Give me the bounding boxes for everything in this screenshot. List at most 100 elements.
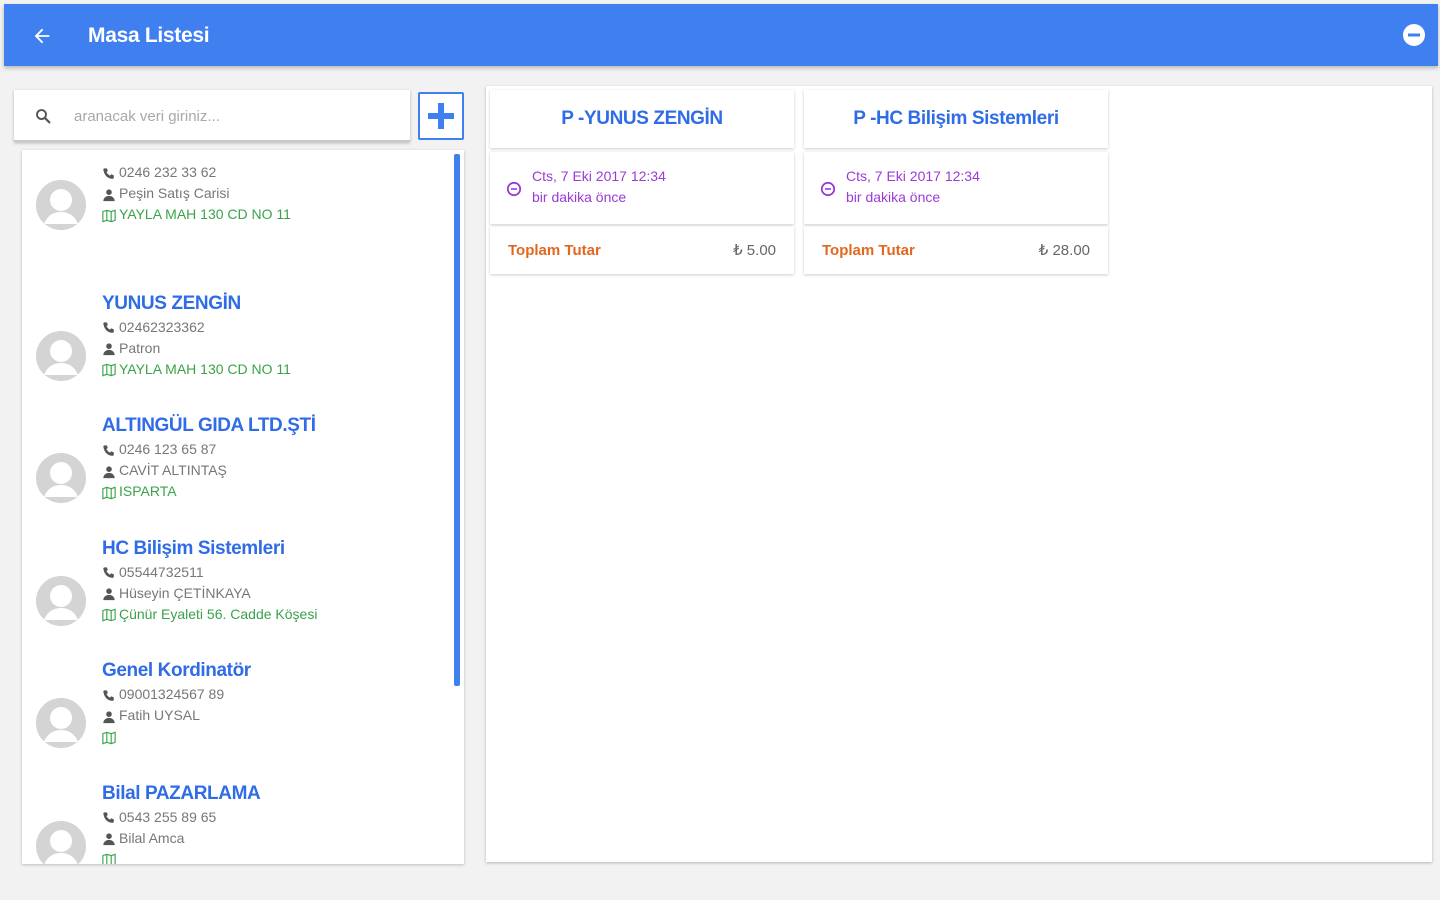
customer-address-line — [102, 726, 251, 747]
customer-phone-line: 0246 232 33 62 — [102, 162, 291, 183]
customer-phone-line: 0246 123 65 87 — [102, 439, 316, 460]
map-icon — [102, 852, 116, 864]
table-card-total: Toplam Tutar ₺ 5.00 — [490, 226, 794, 274]
customer-details: 0246 232 33 62 Peşin Satış Carisi YAYLA MA… — [102, 162, 291, 225]
add-customer-button[interactable] — [418, 92, 464, 140]
customer-person: CAVİT ALTINTAŞ — [119, 462, 227, 478]
table-card[interactable]: P -HC Bilişim Sistemleri Cts, 7 Eki 2017… — [804, 90, 1108, 274]
customer-details: Genel Kordinatör 09001324567 89 Fatih UYSA… — [102, 658, 251, 747]
customer-phone-line: 0543 255 89 65 — [102, 807, 260, 828]
customer-person: Bilal Amca — [119, 829, 185, 846]
customer-person-line: Patron — [102, 338, 291, 359]
search-icon — [36, 109, 51, 124]
table-card-title[interactable]: P -YUNUS ZENGİN — [490, 90, 794, 148]
phone-icon — [102, 443, 116, 457]
customer-phone: 0543 255 89 65 — [119, 808, 217, 825]
user-avatar-icon — [36, 180, 86, 230]
table-card-total: Toplam Tutar ₺ 28.00 — [804, 226, 1108, 274]
back-button[interactable] — [26, 20, 58, 52]
table-card-time: Cts, 7 Eki 2017 12:34 bir dakika önce — [804, 152, 1108, 224]
customer-address: YAYLA MAH 130 CD NO 11 — [119, 360, 291, 377]
total-value: ₺ 28.00 — [1038, 242, 1090, 259]
app-bar: Masa Listesi — [4, 4, 1438, 66]
customer-item[interactable]: ALTINGÜL GIDA LTD.ŞTİ 0246 123 65 87 CAVİT… — [22, 399, 452, 521]
phone-icon — [102, 166, 116, 180]
customer-address: Çünür Eyaleti 56. Cadde Köşesi — [119, 605, 318, 622]
customer-panel: 0246 232 33 62 Peşin Satış Carisi YAYLA MA… — [6, 84, 482, 866]
avatar — [36, 698, 86, 748]
plus-icon — [428, 103, 454, 129]
customer-person-line: Fatih UYSAL — [102, 705, 251, 726]
user-avatar-icon — [36, 575, 86, 626]
customer-phone-line: 09001324567 89 — [102, 684, 251, 705]
table-card[interactable]: P -YUNUS ZENGİN Cts, 7 Eki 2017 12:34 bi… — [490, 90, 794, 274]
user-avatar-icon — [36, 698, 86, 748]
customer-person: Hüseyin ÇETİNKAYA — [119, 584, 251, 601]
customer-name[interactable]: Bilal PAZARLAMA — [102, 781, 261, 807]
user-avatar-icon — [36, 330, 86, 381]
total-label: Toplam Tutar — [822, 241, 915, 259]
customer-item[interactable]: HC Bilişim Sistemleri 05544732511 Hüseyin … — [22, 522, 452, 644]
phone-icon — [102, 565, 116, 579]
table-card-relative-time: bir dakika önce — [846, 189, 941, 205]
map-icon — [102, 362, 116, 377]
customer-address-line: YAYLA MAH 130 CD NO 11 — [102, 359, 291, 380]
user-icon — [102, 464, 116, 478]
customer-details: HC Bilişim Sistemleri 05544732511 Hüseyin … — [102, 536, 317, 625]
customer-person-line: Bilal Amca — [102, 828, 260, 849]
user-icon — [102, 187, 116, 201]
scrollbar[interactable] — [454, 154, 460, 686]
phone-icon — [102, 320, 116, 334]
customer-phone-line: 02462323362 — [102, 317, 291, 338]
customer-person-line: Peşin Satış Carisi — [102, 183, 291, 204]
customer-name[interactable]: Genel Kordinatör — [102, 658, 251, 684]
customer-details: ALTINGÜL GIDA LTD.ŞTİ 0246 123 65 87 CAVİT… — [102, 413, 316, 502]
customer-person: Fatih UYSAL — [119, 707, 200, 723]
menu-button[interactable] — [1400, 21, 1428, 49]
customer-phone-line: 05544732511 — [102, 562, 317, 583]
table-card-title[interactable]: P -HC Bilişim Sistemleri — [804, 90, 1108, 148]
avatar — [36, 453, 86, 503]
table-card-date: Cts, 7 Eki 2017 12:34 — [532, 168, 666, 184]
avatar — [36, 180, 86, 230]
customer-person: Patron — [119, 339, 161, 356]
total-label: Toplam Tutar — [508, 241, 601, 259]
customer-name[interactable]: ALTINGÜL GIDA LTD.ŞTİ — [102, 413, 316, 439]
customer-phone: 05544732511 — [119, 563, 204, 580]
customer-phone: 0246 123 65 87 — [119, 441, 217, 457]
customer-item[interactable]: Bilal PAZARLAMA 0543 255 89 65 Bilal Amca — [22, 767, 452, 864]
customer-address-line — [102, 849, 260, 864]
customer-item[interactable]: 0246 232 33 62 Peşin Satış Carisi YAYLA MA… — [22, 154, 452, 276]
map-icon — [102, 607, 116, 622]
phone-icon — [102, 688, 116, 702]
customer-name[interactable]: HC Bilişim Sistemleri — [102, 536, 317, 562]
customer-phone: 02462323362 — [119, 318, 205, 335]
customer-name[interactable]: YUNUS ZENGİN — [102, 291, 291, 317]
avatar — [36, 330, 86, 381]
user-avatar-icon — [36, 453, 86, 503]
customer-address-line: ISPARTA — [102, 481, 316, 502]
customer-item[interactable]: YUNUS ZENGİN 02462323362 Patron YAYLA MAH 1… — [22, 277, 452, 399]
total-value: ₺ 5.00 — [733, 242, 776, 259]
customer-address-line: Çünür Eyaleti 56. Cadde Köşesi — [102, 604, 317, 625]
customer-address-line: YAYLA MAH 130 CD NO 11 — [102, 204, 291, 225]
customer-phone: 0246 232 33 62 — [119, 164, 217, 180]
customer-address: ISPARTA — [119, 483, 177, 499]
customer-person-line: CAVİT ALTINTAŞ — [102, 460, 316, 481]
clock-icon — [506, 181, 522, 197]
table-card-date: Cts, 7 Eki 2017 12:34 — [846, 168, 980, 184]
table-card-relative-time: bir dakika önce — [532, 189, 627, 205]
page-title: Masa Listesi — [88, 24, 210, 47]
customer-address: YAYLA MAH 130 CD NO 11 — [119, 206, 291, 222]
table-card-time: Cts, 7 Eki 2017 12:34 bir dakika önce — [490, 152, 794, 224]
table-panel: P -YUNUS ZENGİN Cts, 7 Eki 2017 12:34 bi… — [486, 86, 1432, 862]
customer-list[interactable]: 0246 232 33 62 Peşin Satış Carisi YAYLA MA… — [22, 150, 464, 864]
minus-circle-icon — [1403, 24, 1425, 46]
customer-item[interactable]: Genel Kordinatör 09001324567 89 Fatih UYSA… — [22, 644, 452, 766]
phone-icon — [102, 810, 116, 824]
search-input[interactable] — [74, 102, 394, 130]
map-icon — [102, 485, 116, 499]
customer-person: Peşin Satış Carisi — [119, 185, 230, 201]
search-box — [14, 90, 410, 142]
avatar — [36, 575, 86, 626]
